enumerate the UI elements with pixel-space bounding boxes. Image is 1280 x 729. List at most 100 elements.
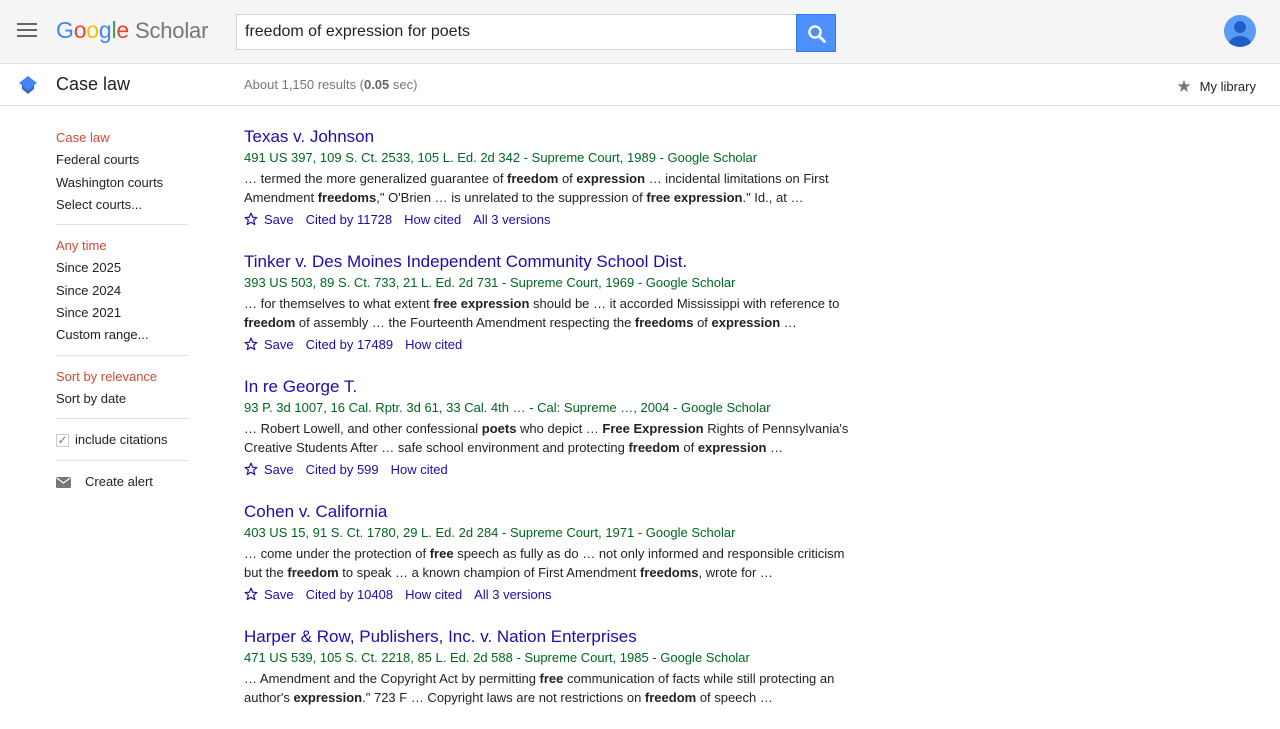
how-cited-link[interactable]: How cited	[405, 337, 462, 352]
logo-letter: G	[56, 17, 74, 43]
save-button[interactable]: Save	[244, 335, 294, 354]
snippet-highlight: expression	[697, 440, 767, 455]
hamburger-menu-icon[interactable]	[17, 23, 37, 39]
logo-letter: o	[86, 17, 99, 43]
snippet-highlight: freedom	[644, 690, 697, 705]
star-icon: ★	[1176, 77, 1192, 96]
result-snippet: … termed the more generalized guarantee …	[244, 169, 864, 207]
filter-since-2024[interactable]: Since 2024	[56, 280, 188, 302]
save-label: Save	[264, 337, 294, 352]
snippet-highlight: freedom	[287, 565, 339, 580]
filter-select-courts[interactable]: Select courts...	[56, 194, 188, 216]
result-title-link[interactable]: Tinker v. Des Moines Independent Communi…	[244, 251, 687, 273]
snippet-text: who depict …	[516, 421, 603, 436]
snippet-text: ." Id., at …	[742, 190, 804, 205]
filter-since-2021[interactable]: Since 2021	[56, 302, 188, 324]
snippet-text: … come under the protection of	[244, 546, 430, 561]
result-citation: 393 US 503, 89 S. Ct. 733, 21 L. Ed. 2d …	[244, 275, 736, 290]
filter-custom-range[interactable]: Custom range...	[56, 324, 188, 346]
snippet-text: … Amendment and the Copyright Act by per…	[244, 671, 540, 686]
filter-case-law[interactable]: Case law	[56, 127, 188, 149]
result-snippet: … come under the protection of free spee…	[244, 544, 864, 582]
filter-any-time[interactable]: Any time	[56, 235, 188, 257]
logo-letter: e	[116, 17, 129, 43]
account-avatar[interactable]	[1224, 15, 1256, 47]
envelope-icon	[56, 477, 71, 489]
save-label: Save	[264, 587, 294, 602]
logo-letter: o	[73, 17, 87, 43]
court-filter-group: Case law Federal courts Washington court…	[56, 127, 188, 226]
star-outline-icon	[244, 587, 258, 601]
snippet-text: of speech …	[696, 690, 773, 705]
filter-since-2025[interactable]: Since 2025	[56, 257, 188, 279]
search-result: Tinker v. Des Moines Independent Communi…	[244, 251, 864, 354]
snippet-highlight: free	[539, 671, 564, 686]
snippet-text: …	[766, 440, 784, 455]
logo-letter: g	[98, 17, 112, 43]
user-icon	[1229, 21, 1251, 47]
snippet-text: , wrote for …	[698, 565, 773, 580]
result-title-link[interactable]: In re George T.	[244, 376, 357, 398]
result-citation: 93 P. 3d 1007, 16 Cal. Rptr. 3d 61, 33 C…	[244, 400, 771, 415]
search-result: Texas v. Johnson 491 US 397, 109 S. Ct. 2…	[244, 126, 864, 229]
result-actions: Save Cited by 599 How cited	[244, 460, 864, 479]
result-snippet: … for themselves to what extent free exp…	[244, 294, 864, 332]
save-button[interactable]: Save	[244, 210, 294, 229]
filter-sidebar: Case law Federal courts Washington court…	[56, 127, 188, 493]
cited-by-link[interactable]: Cited by 10408	[306, 587, 393, 602]
snippet-highlight: freedoms	[639, 565, 699, 580]
snippet-text: to speak … a known champion of First Ame…	[338, 565, 640, 580]
snippet-highlight: expression	[711, 315, 781, 330]
create-alert-button[interactable]: Create alert	[56, 471, 188, 493]
top-bar: Google Scholar	[0, 0, 1280, 64]
google-scholar-logo[interactable]: Google Scholar	[56, 15, 208, 45]
section-title: Case law	[56, 74, 131, 94]
snippet-highlight: poets	[481, 421, 517, 436]
sort-by-relevance[interactable]: Sort by relevance	[56, 366, 188, 388]
cited-by-link[interactable]: Cited by 599	[306, 462, 379, 477]
search-input[interactable]	[237, 15, 785, 49]
include-citations-checkbox[interactable]: ✓ include citations	[56, 429, 188, 451]
snippet-highlight: freedoms	[634, 315, 694, 330]
scholar-cap-icon	[19, 76, 37, 94]
search-result: In re George T. 93 P. 3d 1007, 16 Cal. Rp…	[244, 376, 864, 479]
how-cited-link[interactable]: How cited	[404, 212, 461, 227]
results-list: Texas v. Johnson 491 US 397, 109 S. Ct. 2…	[244, 126, 864, 729]
save-label: Save	[264, 462, 294, 477]
snippet-text: of	[679, 440, 698, 455]
snippet-text: of	[558, 171, 577, 186]
cited-by-link[interactable]: Cited by 17489	[306, 337, 393, 352]
save-label: Save	[264, 212, 294, 227]
result-stats: About 1,150 results (0.05 sec)	[244, 77, 418, 92]
snippet-highlight: free expression	[433, 296, 530, 311]
star-outline-icon	[244, 337, 258, 351]
star-outline-icon	[244, 212, 258, 226]
how-cited-link[interactable]: How cited	[391, 462, 448, 477]
all-versions-link[interactable]: All 3 versions	[474, 587, 551, 602]
search-icon	[808, 25, 826, 43]
result-snippet: … Amendment and the Copyright Act by per…	[244, 669, 864, 707]
save-button[interactable]: Save	[244, 460, 294, 479]
snippet-highlight: freedoms	[317, 190, 377, 205]
snippet-text: … for themselves to what extent	[244, 296, 434, 311]
how-cited-link[interactable]: How cited	[405, 587, 462, 602]
filter-federal-courts[interactable]: Federal courts	[56, 149, 188, 171]
logo-scholar-text: Scholar	[135, 18, 209, 43]
snippet-highlight: expression	[293, 690, 363, 705]
snippet-highlight: expression	[576, 171, 646, 186]
my-library-link[interactable]: ★ My library	[1176, 76, 1256, 96]
save-button[interactable]: Save	[244, 585, 294, 604]
result-actions: Save Cited by 10408 How cited All 3 version…	[244, 585, 864, 604]
result-title-link[interactable]: Cohen v. California	[244, 501, 387, 523]
snippet-text: … Robert Lowell, and other confessional	[244, 421, 482, 436]
all-versions-link[interactable]: All 3 versions	[473, 212, 550, 227]
snippet-text: … termed the more generalized guarantee …	[244, 171, 508, 186]
search-button[interactable]	[796, 14, 836, 52]
cited-by-link[interactable]: Cited by 11728	[306, 212, 393, 227]
filter-washington-courts[interactable]: Washington courts	[56, 172, 188, 194]
result-title-link[interactable]: Texas v. Johnson	[244, 126, 374, 148]
result-actions: Save Cited by 17489 How cited	[244, 335, 864, 354]
result-title-link[interactable]: Harper & Row, Publishers, Inc. v. Nation…	[244, 626, 637, 648]
checkmark-icon: ✓	[56, 432, 69, 447]
sort-by-date[interactable]: Sort by date	[56, 388, 188, 410]
